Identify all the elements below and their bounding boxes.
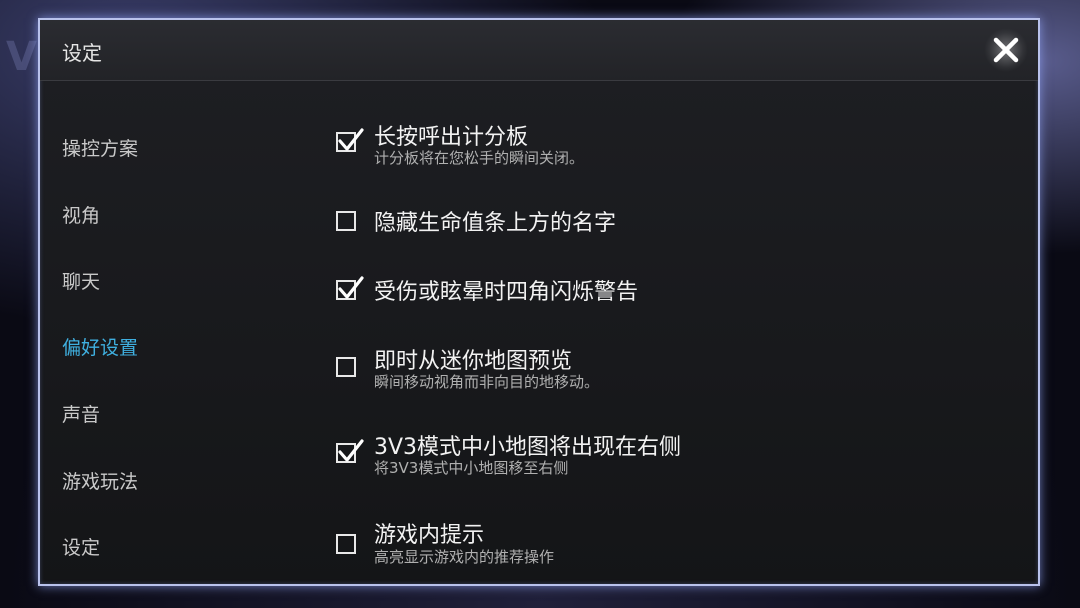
- sidebar-item-sound[interactable]: 声音: [62, 400, 100, 427]
- checkbox[interactable]: [336, 534, 356, 554]
- checkbox[interactable]: [336, 276, 364, 300]
- dialog-title: 设定: [62, 41, 102, 65]
- checkmark-icon: [338, 276, 364, 299]
- preferences-panel: 长按呼出计分板 计分板将在您松手的瞬间关闭。 隐藏生命值条上方的名字 受伤或眩晕…: [320, 81, 1038, 584]
- checkmark-icon: [338, 128, 364, 151]
- option-description: 将3V3模式中小地图移至右侧: [374, 459, 569, 477]
- option-label: 受伤或眩晕时四角闪烁警告: [374, 280, 639, 305]
- option-description: 高亮显示游戏内的推荐操作: [374, 548, 555, 566]
- sidebar-item-gameplay[interactable]: 游戏玩法: [62, 467, 138, 494]
- option-label: 游戏内提示: [374, 523, 485, 548]
- checkbox[interactable]: [336, 128, 364, 152]
- sidebar-item-camera[interactable]: 视角: [62, 201, 100, 228]
- close-button[interactable]: [984, 28, 1028, 72]
- settings-sidebar: 操控方案 视角 聊天 偏好设置 声音 游戏玩法 设定: [40, 81, 320, 584]
- option-description: 计分板将在您松手的瞬间关闭。: [374, 149, 585, 167]
- dialog-title-bar: 设定: [40, 20, 1038, 81]
- option-description: 瞬间移动视角而非向目的地移动。: [374, 373, 600, 391]
- sidebar-item-settings[interactable]: 设定: [62, 533, 100, 560]
- checkbox[interactable]: [336, 439, 364, 463]
- option-label: 隐藏生命值条上方的名字: [374, 211, 617, 236]
- sidebar-item-control-scheme[interactable]: 操控方案: [62, 134, 138, 161]
- settings-dialog: 设定 操控方案 视角 聊天 偏好设置 声音 游戏玩法 设定 长按呼出计分板 计分…: [38, 18, 1040, 586]
- close-x-icon: [993, 37, 1019, 63]
- checkbox[interactable]: [336, 357, 356, 377]
- checkmark-icon: [338, 439, 364, 462]
- sidebar-item-chat[interactable]: 聊天: [62, 267, 100, 294]
- sidebar-item-preferences[interactable]: 偏好设置: [62, 333, 138, 360]
- checkbox[interactable]: [336, 211, 356, 231]
